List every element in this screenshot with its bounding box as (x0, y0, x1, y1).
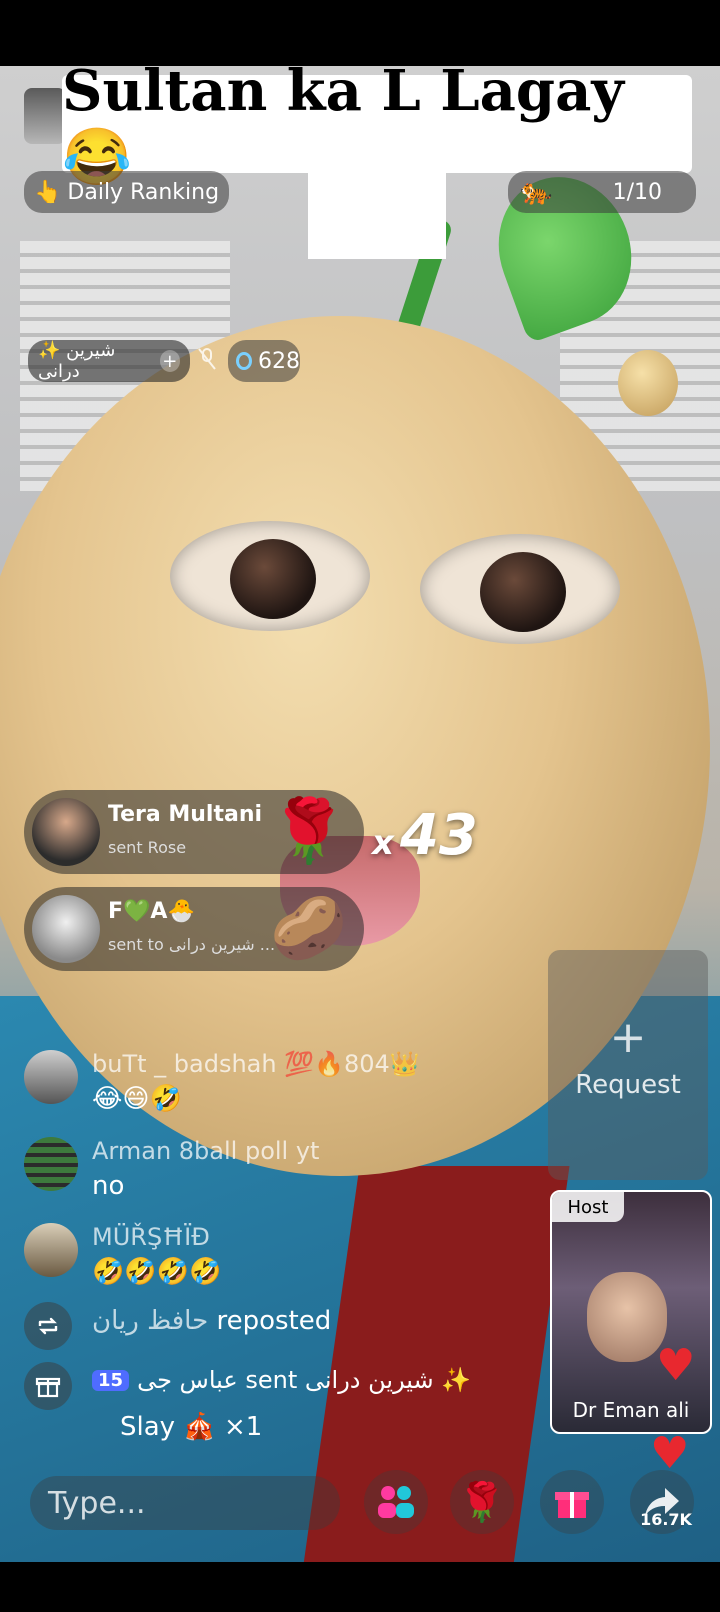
left-eye (170, 521, 370, 631)
pointing-hand-icon: 👆 (34, 179, 62, 205)
level-badge: 15 (92, 1369, 130, 1391)
rose-icon: 🌹 (270, 794, 348, 867)
chat-text: 😂😄🤣 (92, 1084, 182, 1114)
combo-x: x (372, 823, 394, 863)
avatar[interactable] (24, 1137, 78, 1191)
muted-mic-icon (196, 347, 218, 377)
chat-message[interactable]: buTt _ badshah 💯🔥804👑 😂😄🤣 (24, 1050, 524, 1130)
avatar[interactable] (32, 895, 100, 963)
coin-icon (236, 352, 252, 370)
chat-username: buTt _ badshah 💯🔥804👑 (92, 1050, 420, 1078)
potato-sticker-icon (618, 350, 678, 416)
combo-number: 43 (399, 803, 478, 868)
plus-icon: + (609, 1012, 647, 1063)
right-eye (420, 534, 620, 644)
daily-ranking-button[interactable]: 👆 Daily Ranking (24, 171, 229, 213)
guests-icon[interactable] (364, 1470, 428, 1534)
request-label: Request (575, 1070, 681, 1100)
host-name: Dr Eman ali (572, 1398, 690, 1422)
nav-bar-area (0, 1562, 720, 1612)
repost-line: حافظ ریان reposted (92, 1306, 331, 1336)
status-bar-area (0, 0, 720, 66)
banner-emoji: 😂 (308, 173, 446, 259)
avatar[interactable] (32, 798, 100, 866)
chat-message[interactable]: Arman 8ball poll yt no (24, 1137, 524, 1217)
avatar[interactable] (24, 1050, 78, 1104)
gift-combo-count: x 43 (372, 803, 478, 868)
host-chip-name: ✨ شیرین درانی (38, 340, 116, 382)
coin-count[interactable]: 628 (228, 340, 300, 382)
tiger-icon: 🐅 (520, 177, 553, 207)
share-count: 16.7K (640, 1510, 692, 1529)
gift-system-text: عباس جی sent شیرین درانی ✨ (137, 1366, 472, 1394)
gift-description: sent to شیرین درانی ... (108, 935, 276, 954)
host-chip[interactable]: ✨ شیرین درانی + (28, 340, 190, 382)
room-avatar[interactable] (24, 88, 66, 144)
gift-icon[interactable] (540, 1470, 604, 1534)
repost-text: reposted (216, 1306, 332, 1336)
chat-username: Arman 8ball poll yt (92, 1137, 320, 1165)
rank-button[interactable]: 🐅 1/10 (508, 171, 696, 213)
gift-system-item: Slay 🎪 ×1 (120, 1412, 263, 1442)
rank-value: 1/10 (612, 179, 662, 205)
rose-gift-icon[interactable]: 🌹 (450, 1470, 514, 1534)
avatar[interactable] (24, 1223, 78, 1277)
follow-plus-icon[interactable]: + (159, 350, 180, 372)
gift-sender-name: F💚A🐣 (108, 899, 195, 924)
chat-message[interactable]: MÜŘŞĦÏĐ 🤣🤣🤣🤣 (24, 1223, 524, 1303)
gift-notification: Tera Multani sent Rose 🌹 (24, 790, 364, 874)
potato-gift-icon: 🥔 (270, 891, 348, 964)
gift-notification: F💚A🐣 sent to شیرین درانی ... 🥔 (24, 887, 364, 971)
chat-text: 🤣🤣🤣🤣 (92, 1257, 222, 1287)
chat-text: no (92, 1171, 125, 1201)
gift-sender-name: Tera Multani (108, 802, 263, 827)
banner-title: Sultan ka L Lagay😂 (62, 58, 692, 190)
daily-ranking-label: Daily Ranking (67, 179, 220, 205)
repost-icon (24, 1302, 72, 1350)
host-tag: Host (552, 1192, 624, 1222)
host-avatar (587, 1272, 667, 1362)
comment-input[interactable]: Type... (30, 1476, 340, 1530)
gift-description: sent Rose (108, 838, 187, 857)
repost-user: حافظ ریان (92, 1306, 209, 1336)
chat-username: MÜŘŞĦÏĐ (92, 1223, 210, 1251)
host-video-card[interactable]: Host Dr Eman ali (550, 1190, 712, 1434)
request-button[interactable]: + Request (548, 950, 708, 1180)
gift-system-line: 15 عباس جی sent شیرین درانی ✨ (92, 1366, 471, 1394)
heart-icon: ♥ (656, 1340, 696, 1391)
gift-box-icon (24, 1362, 72, 1410)
coin-value: 628 (258, 348, 300, 374)
